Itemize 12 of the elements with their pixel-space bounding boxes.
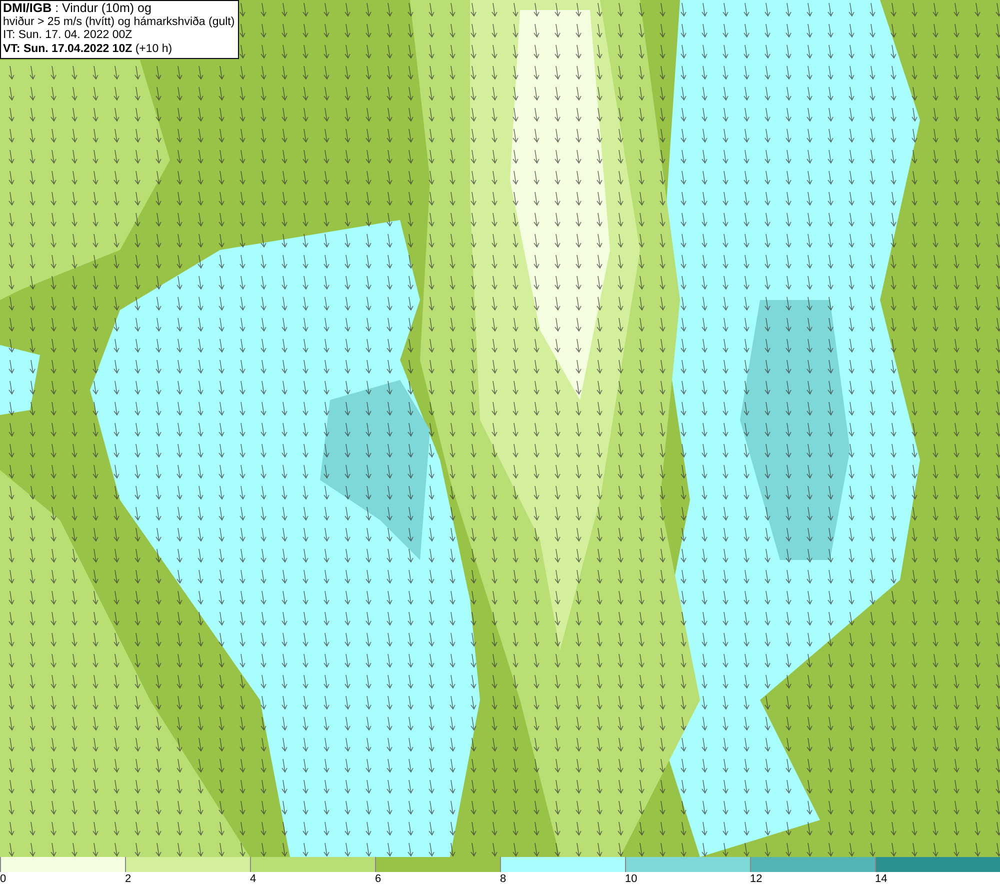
legend-label: 12 <box>750 872 762 887</box>
title-line: VT: Sun. 17.04.2022 10Z (+10 h) <box>3 42 174 56</box>
legend-label: 8 <box>500 872 506 887</box>
title-line: IT: Sun. 17. 04. 2022 00Z <box>3 29 134 42</box>
title-line: hviður > 25 m/s (hvítt) og hámarkshviða (gult) <box>3 16 235 29</box>
title-line: DMI/IGB : Vindur (10m) og <box>3 2 152 15</box>
legend-label: 0 <box>0 872 6 887</box>
legend-label: 14 <box>875 872 888 887</box>
legend-label: 6 <box>375 872 382 887</box>
legend-label: 4 <box>250 872 256 887</box>
legend-label: 2 <box>125 872 132 887</box>
legend-label: 10 <box>625 872 638 887</box>
